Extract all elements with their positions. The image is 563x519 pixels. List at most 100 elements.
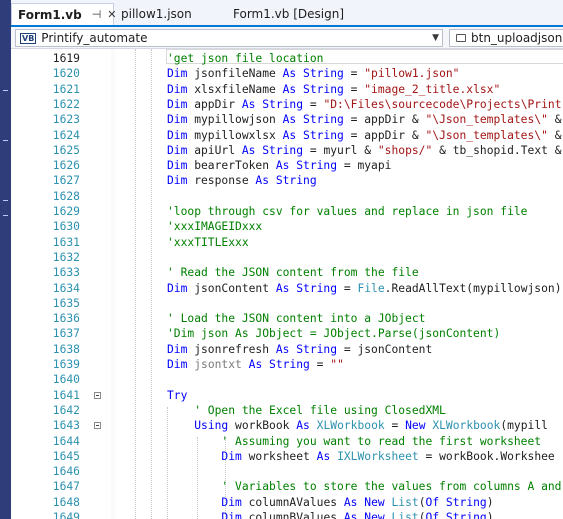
code-editor[interactable]: 1619 'get json file location 1620 Dim jsonf…	[11, 49, 563, 519]
code-token: response	[187, 174, 256, 188]
code-text: Dim response As String	[167, 173, 317, 188]
code-token: Dim	[167, 67, 188, 81]
code-token: As New	[343, 495, 385, 509]
line-number: 1645	[52, 449, 80, 463]
code-token: 'xxxTITLExxx	[167, 235, 249, 249]
code-token: As String	[282, 113, 344, 127]
code-line[interactable]: 1635	[11, 296, 563, 311]
collapse-icon[interactable]	[94, 422, 101, 430]
code-text: Dim apiUrl As String = myurl & "shops/" …	[167, 143, 562, 158]
left-tool-strip	[0, 0, 11, 519]
tool-strip-tick	[3, 200, 8, 201]
code-line[interactable]: 1640	[11, 372, 563, 387]
code-line[interactable]: 1647 ' Variables to store the values fro…	[11, 479, 563, 494]
code-line[interactable]: 1627 Dim response As String	[11, 173, 563, 188]
code-line[interactable]: 1634 Dim jsonContent As String = File.Rea…	[11, 281, 563, 296]
code-text: ' Assuming you want to read the first wo…	[167, 434, 541, 449]
code-line[interactable]: 1625 Dim apiUrl As String = myurl & "shop…	[11, 143, 563, 158]
line-number: 1624	[52, 128, 80, 142]
code-token: "pillow1.json"	[364, 67, 460, 81]
code-token: XLWorkbook	[316, 419, 385, 433]
code-text: Dim jsonContent As String = File.ReadAll…	[167, 281, 562, 296]
code-token: Of String	[425, 495, 487, 509]
pin-icon[interactable]: ⊣	[92, 8, 102, 21]
member-dropdown[interactable]: btn_uploadjson	[449, 29, 563, 47]
code-text: Dim appDir As String = "D:\Files\sourcec…	[167, 97, 562, 112]
code-line[interactable]: 1636 ' Load the JSON content into a JObje…	[11, 311, 563, 326]
code-token: Try	[167, 388, 188, 402]
code-text: Dim jsonfileName As String = "pillow1.js…	[167, 66, 459, 81]
line-number: 1642	[52, 403, 80, 417]
code-line[interactable]: 1649 Dim columnBValues As New List(Of St…	[11, 510, 563, 519]
code-token: "\Json_templates\"	[425, 113, 548, 127]
code-line[interactable]: 1646	[11, 464, 563, 479]
code-line[interactable]: 1622 Dim appDir As String = "D:\Files\sou…	[11, 97, 563, 112]
tab-pillow1-json[interactable]: pillow1.json	[115, 3, 225, 25]
code-line[interactable]: 1620 Dim jsonfileName As String = "pillow…	[11, 66, 563, 81]
code-line[interactable]: 1644 ' Assuming you want to read the fir…	[11, 434, 563, 449]
code-token: As String	[275, 342, 338, 356]
line-number: 1623	[52, 113, 80, 127]
code-token: = appDir &	[343, 113, 426, 127]
code-token: appDir	[187, 97, 242, 111]
code-token: mypillowxlsx	[187, 128, 283, 142]
code-line[interactable]: 1628	[11, 189, 563, 204]
code-line[interactable]: 1638 Dim jsonrefresh As String = jsonCont…	[11, 342, 563, 357]
code-line[interactable]: 1630 'xxxIMAGEIDxxx	[11, 219, 563, 234]
line-number: 1619	[52, 52, 80, 65]
code-line[interactable]: 1626 Dim bearerToken As String = myapi	[11, 158, 563, 173]
code-token: Dim	[167, 342, 188, 356]
code-token: =	[343, 67, 365, 81]
tool-strip-tick	[3, 140, 8, 141]
line-number: 1634	[52, 281, 80, 295]
code-line[interactable]: 1648 Dim columnAValues As New List(Of St…	[11, 495, 563, 510]
code-token: Dim	[167, 113, 188, 127]
code-token: ""	[330, 358, 344, 371]
code-line[interactable]: 1633 ' Read the JSON content from the fil…	[11, 265, 563, 280]
collapse-icon[interactable]	[94, 391, 101, 399]
code-token: XLWorkbook	[432, 419, 501, 433]
code-text: 'loop through csv for values and replace…	[167, 204, 527, 219]
code-token: & tb_shopid.Text &	[432, 143, 562, 157]
member-name: btn_uploadjson	[471, 31, 563, 45]
project-dropdown[interactable]: VB Printify_automate ▼	[15, 29, 443, 47]
line-number: 1649	[52, 511, 80, 519]
tab-label: Form1.vb [Design]	[233, 7, 345, 21]
code-line[interactable]: 1642 ' Open the Excel file using ClosedX…	[11, 403, 563, 418]
code-line[interactable]: 1623 Dim mypillowjson As String = appDir …	[11, 112, 563, 127]
code-token: Dim	[167, 174, 188, 188]
code-line[interactable]: 1621 Dim xlsxfileName As String = "image_…	[11, 82, 563, 97]
code-text: ' Load the JSON content into a JObject	[167, 311, 425, 326]
tab-form1-vb[interactable]: Form1.vb ⊣ ✕	[11, 3, 117, 25]
document-tab-bar: Form1.vb ⊣ ✕ pillow1.json Form1.vb [Desi…	[11, 0, 563, 27]
project-name: Printify_automate	[41, 31, 148, 45]
code-token: apiUrl	[187, 143, 242, 157]
chevron-down-icon[interactable]: ▼	[432, 30, 439, 46]
line-number: 1641	[52, 388, 80, 402]
code-line[interactable]: 1632	[11, 250, 563, 265]
code-line[interactable]: 1629 'loop through csv for values and rep…	[11, 204, 563, 219]
line-number: 1646	[52, 465, 80, 479]
code-line[interactable]: 1624 Dim mypillowxlsx As String = appDir …	[11, 128, 563, 143]
line-number: 1621	[52, 82, 80, 96]
code-token: Dim	[167, 128, 188, 142]
code-text: Dim worksheet As IXLWorksheet = workBook…	[167, 449, 554, 464]
code-token: Dim	[167, 159, 188, 173]
code-line[interactable]: 1637 'Dim json As JObject = JObject.Parse…	[11, 326, 563, 341]
code-line[interactable]: 1645 Dim worksheet As IXLWorksheet = wor…	[11, 449, 563, 464]
code-token: ' Load the JSON content into a JObject	[167, 312, 426, 326]
code-line[interactable]: 1619 'get json file location	[11, 51, 563, 66]
line-number: 1644	[52, 434, 80, 448]
code-token: As String	[275, 281, 338, 295]
line-number: 1632	[52, 250, 80, 264]
code-line[interactable]: 1639 Dim jsontxt As String = ""	[11, 357, 563, 372]
line-number: 1647	[52, 480, 80, 494]
code-token: 'loop through csv for values and replace…	[167, 205, 528, 218]
code-token: Dim	[167, 82, 188, 96]
code-line[interactable]: 1631 'xxxTITLExxx	[11, 235, 563, 250]
tab-form1-design[interactable]: Form1.vb [Design]	[227, 3, 367, 25]
line-number: 1635	[52, 296, 80, 310]
code-token: &	[547, 113, 562, 127]
